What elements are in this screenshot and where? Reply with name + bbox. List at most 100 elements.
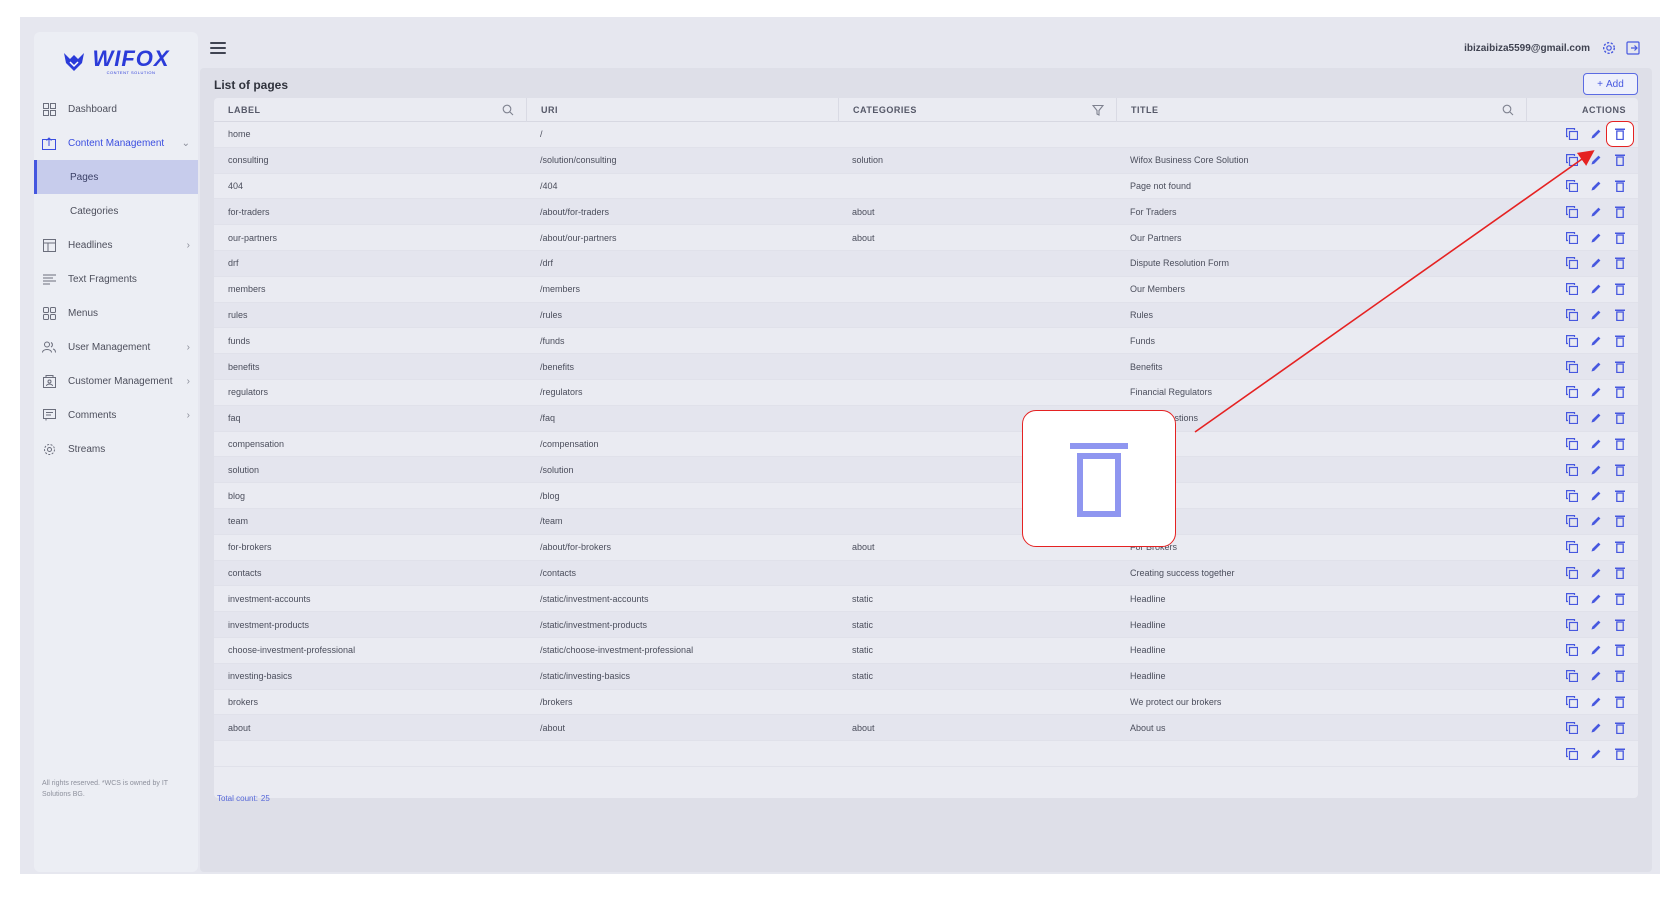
search-icon[interactable] <box>1502 104 1514 116</box>
edit-icon[interactable] <box>1590 412 1602 424</box>
delete-icon[interactable] <box>1614 722 1626 734</box>
sidebar-item-comments[interactable]: Comments › <box>34 398 198 432</box>
logout-icon[interactable] <box>1626 41 1640 55</box>
sidebar-item-headlines[interactable]: Headlines › <box>34 228 198 262</box>
edit-icon[interactable] <box>1590 490 1602 502</box>
copy-icon[interactable] <box>1566 695 1578 708</box>
sidebar-item-menus[interactable]: Menus <box>34 296 198 330</box>
copy-icon[interactable] <box>1566 205 1578 218</box>
copy-icon[interactable] <box>1566 412 1578 425</box>
copy-icon[interactable] <box>1566 566 1578 579</box>
delete-icon[interactable] <box>1614 670 1626 683</box>
edit-icon[interactable] <box>1590 464 1602 476</box>
delete-icon[interactable] <box>1614 748 1626 760</box>
copy-icon[interactable] <box>1566 257 1578 270</box>
copy-icon[interactable] <box>1566 489 1578 502</box>
copy-icon[interactable] <box>1566 283 1578 296</box>
cell-title: Dispute Resolution Form <box>1130 258 1230 269</box>
delete-icon[interactable] <box>1614 490 1626 502</box>
copy-icon[interactable] <box>1566 670 1578 683</box>
edit-icon[interactable] <box>1590 206 1602 218</box>
cell-title: For Brokers <box>1130 542 1178 553</box>
delete-icon[interactable] <box>1614 361 1626 373</box>
edit-icon[interactable] <box>1590 361 1602 373</box>
sidebar-item-text-fragments[interactable]: Text Fragments <box>34 262 198 296</box>
hamburger-menu-icon[interactable] <box>210 42 226 54</box>
sidebar-subitem-pages[interactable]: Pages <box>34 160 198 194</box>
copy-icon[interactable] <box>1566 515 1578 528</box>
copy-icon[interactable] <box>1566 747 1578 760</box>
copy-icon[interactable] <box>1566 154 1578 167</box>
edit-icon[interactable] <box>1590 386 1602 398</box>
sidebar-subitem-categories[interactable]: Categories <box>34 194 198 228</box>
delete-icon[interactable] <box>1614 644 1626 657</box>
edit-icon[interactable] <box>1590 154 1602 166</box>
delete-icon[interactable] <box>1606 121 1634 148</box>
delete-icon[interactable] <box>1614 386 1626 399</box>
edit-icon[interactable] <box>1590 180 1602 192</box>
delete-icon[interactable] <box>1614 154 1626 167</box>
copy-icon[interactable] <box>1566 360 1578 373</box>
edit-icon[interactable] <box>1590 438 1602 450</box>
cell-categories: static <box>852 671 874 682</box>
copy-icon[interactable] <box>1566 541 1578 554</box>
delete-icon[interactable] <box>1614 309 1626 321</box>
delete-icon[interactable] <box>1614 515 1626 528</box>
row-actions <box>1526 695 1638 708</box>
delete-icon[interactable] <box>1614 257 1626 270</box>
edit-icon[interactable] <box>1590 593 1602 605</box>
delete-icon[interactable] <box>1614 567 1626 579</box>
edit-icon[interactable] <box>1590 283 1602 295</box>
search-icon[interactable] <box>502 104 514 116</box>
sidebar-item-customer-management[interactable]: Customer Management › <box>34 364 198 398</box>
brand-logo[interactable]: WIFOX CONTENT SOLUTION <box>34 32 198 92</box>
delete-icon[interactable] <box>1614 593 1626 605</box>
edit-icon[interactable] <box>1590 696 1602 708</box>
delete-icon[interactable] <box>1614 206 1626 218</box>
copy-icon[interactable] <box>1566 128 1578 141</box>
edit-icon[interactable] <box>1590 335 1602 347</box>
sidebar-item-streams[interactable]: Streams <box>34 432 198 466</box>
copy-icon[interactable] <box>1566 179 1578 192</box>
column-header-label: LABEL <box>214 98 526 122</box>
edit-icon[interactable] <box>1590 748 1602 760</box>
edit-icon[interactable] <box>1590 541 1602 553</box>
delete-icon[interactable] <box>1614 283 1626 296</box>
sidebar-item-dashboard[interactable]: Dashboard <box>34 92 198 126</box>
edit-icon[interactable] <box>1590 567 1602 579</box>
edit-icon[interactable] <box>1590 257 1602 269</box>
copy-icon[interactable] <box>1566 437 1578 450</box>
copy-icon[interactable] <box>1566 644 1578 657</box>
delete-icon[interactable] <box>1614 438 1626 450</box>
add-page-button[interactable]: + Add <box>1583 73 1638 95</box>
copy-icon[interactable] <box>1566 592 1578 605</box>
delete-icon[interactable] <box>1614 696 1626 708</box>
copy-icon[interactable] <box>1566 334 1578 347</box>
delete-icon[interactable] <box>1614 335 1626 347</box>
copy-icon[interactable] <box>1566 463 1578 476</box>
edit-icon[interactable] <box>1590 515 1602 527</box>
edit-icon[interactable] <box>1590 232 1602 244</box>
table-row: drf/drf Dispute Resolution Form <box>214 250 1638 277</box>
edit-icon[interactable] <box>1590 644 1602 656</box>
delete-icon[interactable] <box>1614 464 1626 476</box>
copy-icon[interactable] <box>1566 231 1578 244</box>
sidebar-item-user-management[interactable]: User Management › <box>34 330 198 364</box>
copy-icon[interactable] <box>1566 386 1578 399</box>
filter-icon[interactable] <box>1092 104 1104 116</box>
delete-icon[interactable] <box>1614 619 1626 631</box>
delete-icon[interactable] <box>1614 180 1626 192</box>
delete-icon[interactable] <box>1614 541 1626 554</box>
delete-icon[interactable] <box>1614 412 1626 425</box>
delete-icon[interactable] <box>1614 232 1626 244</box>
edit-icon[interactable] <box>1590 670 1602 682</box>
edit-icon[interactable] <box>1590 309 1602 321</box>
copy-icon[interactable] <box>1566 721 1578 734</box>
copy-icon[interactable] <box>1566 308 1578 321</box>
settings-icon[interactable] <box>1602 41 1616 55</box>
edit-icon[interactable] <box>1590 128 1602 140</box>
copy-icon[interactable] <box>1566 618 1578 631</box>
edit-icon[interactable] <box>1590 619 1602 631</box>
sidebar-item-content-management[interactable]: Content Management ⌄ <box>34 126 198 160</box>
edit-icon[interactable] <box>1590 722 1602 734</box>
